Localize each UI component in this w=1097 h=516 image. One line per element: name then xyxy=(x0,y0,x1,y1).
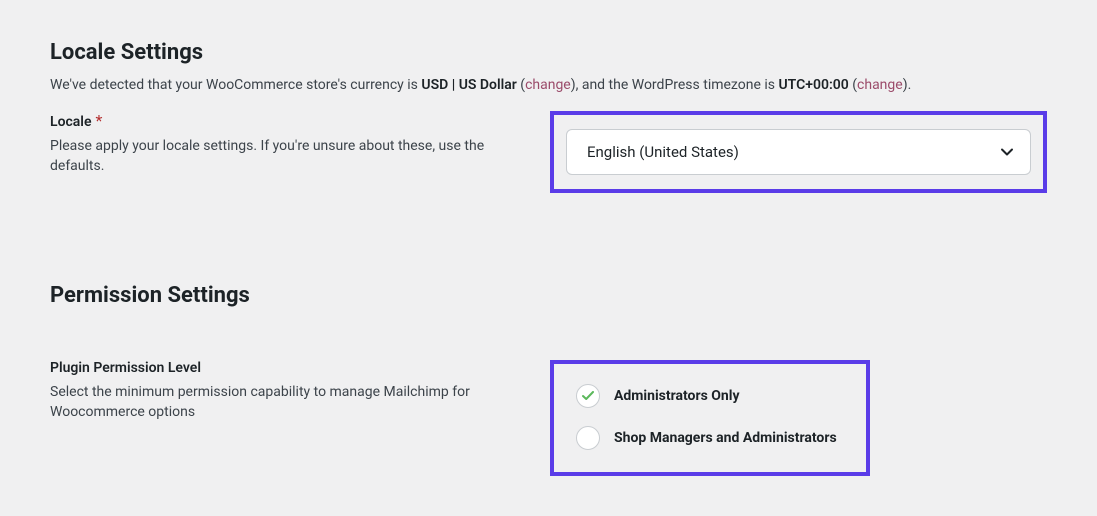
locale-heading: Locale Settings xyxy=(50,40,1047,65)
locale-settings-section: Locale Settings We've detected that your… xyxy=(50,40,1047,193)
permission-option-label: Shop Managers and Administrators xyxy=(614,430,837,446)
permission-option-label: Administrators Only xyxy=(614,388,740,404)
radio-indicator xyxy=(576,384,600,408)
locale-field-label: Locale xyxy=(50,114,91,130)
locale-field-help: Please apply your locale settings. If yo… xyxy=(50,136,530,177)
locale-select-value: English (United States) xyxy=(587,143,739,161)
locale-intro: We've detected that your WooCommerce sto… xyxy=(50,77,1047,93)
permission-heading: Permission Settings xyxy=(50,283,1047,308)
permission-option-admins[interactable]: Administrators Only xyxy=(576,384,844,408)
locale-select[interactable]: English (United States) xyxy=(566,129,1031,175)
permission-settings-section: Permission Settings Plugin Permission Le… xyxy=(50,283,1047,476)
check-icon xyxy=(582,391,594,401)
permission-option-managers[interactable]: Shop Managers and Administrators xyxy=(576,426,844,450)
detected-timezone: UTC+00:00 xyxy=(778,77,848,93)
permission-field-help: Select the minimum permission capability… xyxy=(50,382,530,423)
required-mark: * xyxy=(95,111,102,130)
change-timezone-link[interactable]: change xyxy=(857,77,903,93)
permission-radio-group: Administrators Only Shop Managers and Ad… xyxy=(576,384,844,450)
change-currency-link[interactable]: change xyxy=(525,77,571,93)
permission-options-highlight: Administrators Only Shop Managers and Ad… xyxy=(550,360,870,476)
detected-currency: USD | US Dollar xyxy=(421,77,516,93)
permission-field-label: Plugin Permission Level xyxy=(50,360,530,376)
locale-select-highlight: English (United States) xyxy=(550,111,1047,193)
radio-indicator xyxy=(576,426,600,450)
